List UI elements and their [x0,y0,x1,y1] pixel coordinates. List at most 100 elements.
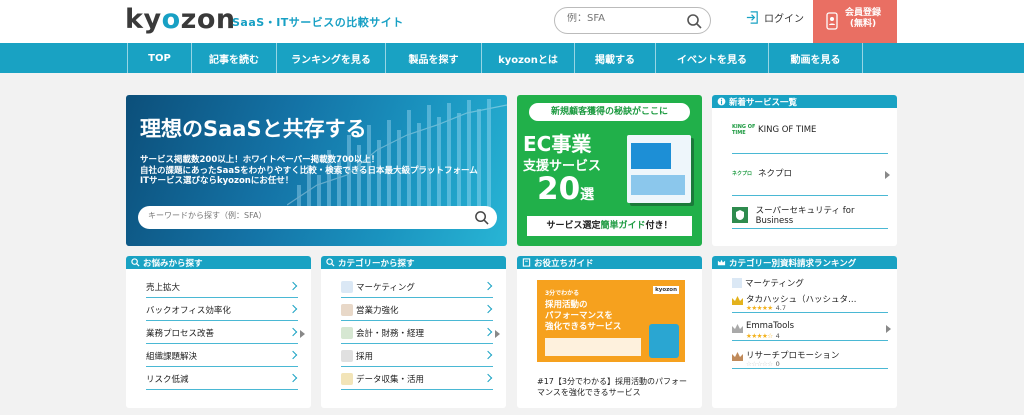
category-label: 採用 [356,351,374,362]
ranking-item[interactable]: リサーチプロモーション ☆☆☆☆☆ 0 [732,347,888,369]
worry-item[interactable]: 売上拡大 [146,276,298,298]
nekpro-logo: ネクプロ [732,170,753,177]
category-item[interactable]: 採用 [341,345,493,367]
sales-icon [341,303,353,316]
king-of-time-logo: KING OF TIME [732,124,756,136]
ranking-header: カテゴリー別資料請求ランキング [712,256,897,269]
stars: ★★★★☆ [746,332,773,340]
category-item[interactable]: 会計・財務・経理 [341,322,493,344]
site-tagline: SaaS・ITサービスの比較サイト [232,16,404,29]
gold-crown-icon [732,296,743,305]
ranking-item-name: EmmaTools [746,321,795,331]
login-button[interactable]: ログイン [745,10,804,25]
rating-stars: ☆☆☆☆☆ 0 [746,360,780,368]
ec-banner-pill: 新規顧客獲得の秘訣がここに [529,103,690,121]
category-label: マーケティング [356,282,415,293]
carousel-next-icon[interactable] [300,330,305,338]
new-service-item[interactable]: ネクプロ ネクプロ [732,167,882,179]
header-search-input[interactable] [567,13,687,24]
chevron-right-icon [483,373,493,383]
worry-item[interactable]: リスク低減 [146,368,298,390]
data-icon [341,372,353,385]
rating-score: 0 [775,360,780,368]
search-icon [326,258,335,267]
hero-search[interactable] [138,206,497,229]
nav-about[interactable]: kyozonとは [481,43,574,73]
category-label: データ収集・活用 [356,374,425,385]
site-header: kyozon SaaS・ITサービスの比較サイト ログイン 会員登録 (無料) [0,0,1024,43]
category-label: 営業力強化 [356,305,399,316]
carousel-next-icon[interactable] [495,330,500,338]
search-icon[interactable] [686,13,702,29]
nav-events[interactable]: イベントを見る [655,43,768,73]
guide-tag: 3分でわかる [545,290,580,297]
nav-ranking[interactable]: ランキングを見る [276,43,385,73]
carousel-next-icon[interactable] [886,325,891,333]
search-icon[interactable] [474,210,489,225]
hero-line-3: ITサービス選びならkyozonにお任せ！ [140,176,294,186]
rating-score: 4.7 [775,304,786,312]
login-label: ログイン [764,14,804,25]
hero-search-input[interactable] [148,211,448,220]
ranking-title: カテゴリー別資料請求ランキング [729,258,857,269]
guide-panel: お役立ちガイド 3分でわかる 採用活動の パフォーマンスを 強化できるサービス … [517,256,702,408]
category-item[interactable]: データ収集・活用 [341,368,493,390]
illustration [649,324,679,358]
chevron-right-icon [483,350,493,360]
info-icon [717,97,726,106]
nav-top[interactable]: TOP [127,43,191,73]
search-icon [131,258,140,267]
rating-stars: ★★★★★ 4.7 [746,304,786,312]
chevron-right-icon [288,304,298,314]
ec-support-banner[interactable]: 新規顧客獲得の秘訣がここに EC事業 支援サービス 20選 サービス選定簡単ガイ… [517,95,702,246]
register-button[interactable]: 会員登録 (無料) [813,0,897,43]
ec-banner-number-suffix: 選 [580,187,595,203]
categories-header: カテゴリーから探す [321,256,506,269]
ranking-item[interactable]: タカハッシュ（ハッシュタ… ★★★★★ 4.7 [732,291,888,313]
chevron-right-icon [288,281,298,291]
guide-image-title-3: 強化できるサービス [545,322,622,332]
hero-title: 理想のSaaSと共存する [140,117,367,141]
nav-videos[interactable]: 動画を見る [768,43,863,73]
header-search[interactable] [554,7,711,34]
nav-products[interactable]: 製品を探す [385,43,481,73]
new-service-name: KING OF TIME [758,125,817,135]
guide-thumbnail[interactable]: 3分でわかる 採用活動の パフォーマンスを 強化できるサービス kyozon [537,280,685,362]
nav-listing[interactable]: 掲載する [574,43,655,73]
worry-label: バックオフィス効率化 [146,305,231,316]
guide-brand: kyozon [653,286,679,294]
ec-banner-number: 20 [537,171,581,207]
worry-label: リスク低減 [146,374,189,385]
accounting-icon [341,326,353,339]
guide-header: お役立ちガイド [517,256,702,269]
divider [732,153,888,154]
site-logo[interactable]: kyozon [125,4,236,35]
ec-footer-suffix: 付き！ [645,221,673,231]
worries-header: お悩みから探す [126,256,311,269]
worry-item[interactable]: 組織課題解決 [146,345,298,367]
hero-banner: 理想のSaaSと共存する サービス掲載数200以上！ホワイトペーパー掲載数700… [126,95,507,246]
new-service-item[interactable]: スーパーセキュリティ for Business [732,206,882,226]
new-service-name: ネクプロ [758,169,793,179]
worry-item[interactable]: バックオフィス効率化 [146,299,298,321]
carousel-next-icon[interactable] [885,171,890,179]
category-item[interactable]: 営業力強化 [341,299,493,321]
crown-icon [717,259,726,266]
category-label: 会計・財務・経理 [356,328,425,339]
new-services-title: 新着サービス一覧 [729,97,798,108]
rating-stars: ★★★★☆ 4 [746,332,780,340]
hero-description: サービス掲載数200以上！ホワイトペーパー掲載数700以上！ 自社の課題にあった… [140,155,500,187]
new-service-item[interactable]: KING OF TIME KING OF TIME [732,124,882,136]
login-icon [746,11,758,24]
nav-articles[interactable]: 記事を読む [191,43,276,73]
worry-label: 業務プロセス改善 [146,328,215,339]
ranking-category[interactable]: マーケティング [732,277,804,289]
chevron-right-icon [483,327,493,337]
category-item[interactable]: マーケティング [341,276,493,298]
ranking-item[interactable]: EmmaTools ★★★★☆ 4 [732,319,888,341]
worry-item[interactable]: 業務プロセス改善 [146,322,298,344]
worry-label: 売上拡大 [146,282,181,293]
guide-caption[interactable]: #17【3分でわかる】採用活動のパフォーマンスを強化できるサービス [537,376,687,398]
new-services-header: 新着サービス一覧 [712,95,897,108]
ec-banner-headline: EC事業 [523,132,592,156]
